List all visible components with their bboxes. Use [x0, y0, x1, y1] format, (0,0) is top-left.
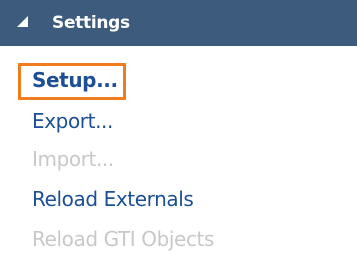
- settings-panel: Settings Setup... Export... Import... Re…: [0, 0, 357, 262]
- reload-externals-link[interactable]: Reload Externals: [32, 187, 194, 211]
- collapse-triangle-icon[interactable]: [17, 16, 28, 27]
- export-link[interactable]: Export...: [32, 109, 113, 133]
- import-link: Import...: [32, 147, 114, 171]
- setup-link[interactable]: Setup...: [32, 68, 118, 92]
- reload-gti-objects-link: Reload GTI Objects: [32, 227, 215, 251]
- settings-header[interactable]: Settings: [0, 0, 357, 46]
- settings-title: Settings: [52, 13, 130, 33]
